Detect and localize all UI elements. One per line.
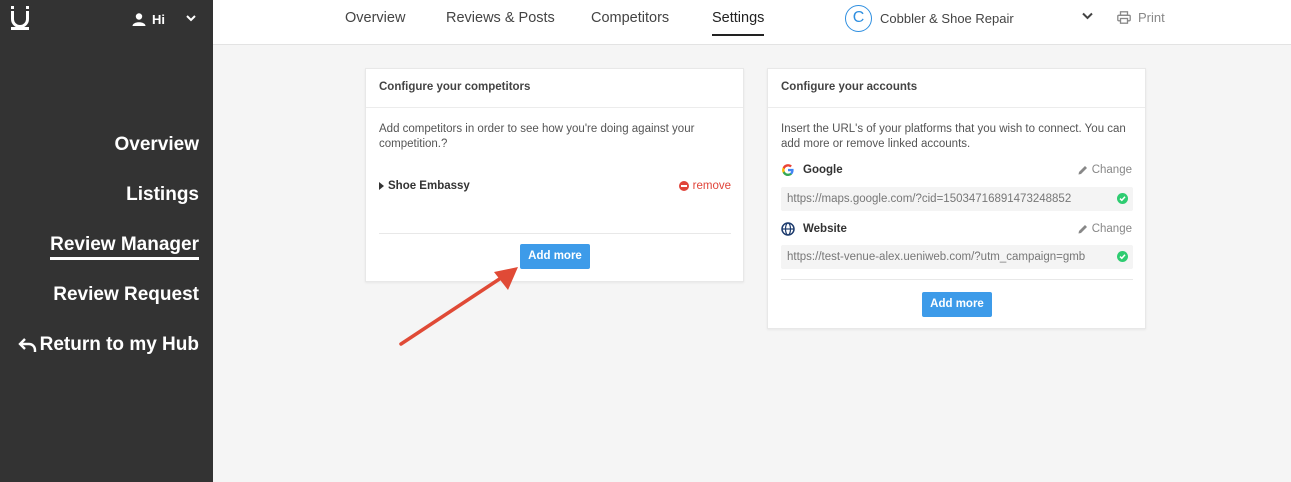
pencil-icon — [1078, 225, 1087, 234]
business-avatar: C — [845, 5, 872, 32]
divider — [379, 233, 731, 234]
print-label: Print — [1138, 10, 1165, 25]
check-circle-icon — [1117, 193, 1128, 204]
chevron-down-icon — [186, 15, 196, 22]
account-label-website: Website — [781, 222, 847, 236]
competitors-card-title: Configure your competitors — [366, 69, 743, 108]
google-url-field[interactable]: https://maps.google.com/?cid=15034716891… — [781, 187, 1133, 211]
business-name: Cobbler & Shoe Repair — [880, 11, 1014, 26]
sidebar-nav: Overview Listings Review Manager Review … — [17, 130, 200, 380]
pencil-icon — [1078, 166, 1087, 175]
competitor-item: Shoe Embassy remove — [379, 180, 731, 192]
globe-icon — [781, 222, 795, 236]
competitors-card: Configure your competitors Add competito… — [365, 68, 744, 282]
printer-icon — [1117, 11, 1131, 24]
user-icon — [132, 13, 146, 26]
check-circle-icon — [1117, 251, 1128, 262]
google-url: https://maps.google.com/?cid=15034716891… — [787, 193, 1072, 205]
website-url: https://test-venue-alex.ueniweb.com/?utm… — [787, 251, 1086, 263]
minus-circle-icon — [678, 181, 689, 191]
sidebar-item-overview[interactable]: Overview — [18, 130, 200, 180]
print-button[interactable]: Print — [1117, 10, 1165, 25]
competitor-toggle[interactable]: Shoe Embassy — [379, 180, 470, 192]
competitors-description: Add competitors in order to see how you'… — [379, 123, 695, 150]
change-website-button[interactable]: Change — [1078, 223, 1132, 235]
tab-competitors[interactable]: Competitors — [591, 10, 669, 36]
tab-overview[interactable]: Overview — [345, 10, 405, 36]
change-label: Change — [1091, 223, 1132, 235]
business-selector[interactable]: C Cobbler & Shoe Repair — [845, 5, 1014, 32]
ueni-logo-icon[interactable] — [11, 6, 29, 30]
competitor-name: Shoe Embassy — [388, 180, 470, 192]
reply-arrow-icon — [17, 338, 36, 352]
caret-right-icon — [379, 182, 384, 190]
accounts-card-title: Configure your accounts — [768, 69, 1145, 108]
user-greeting: Hi — [152, 12, 165, 27]
account-label-google: Google — [781, 163, 843, 177]
account-name: Website — [803, 223, 847, 235]
accounts-card: Configure your accounts Insert the URL's… — [767, 68, 1146, 329]
user-menu[interactable]: Hi — [132, 12, 196, 27]
add-account-button[interactable]: Add more — [922, 292, 992, 317]
chevron-down-icon[interactable] — [1082, 12, 1093, 20]
divider — [781, 279, 1133, 280]
remove-label: remove — [692, 180, 731, 192]
add-competitor-button[interactable]: Add more — [520, 244, 590, 269]
top-bar: Overview Reviews & Posts Competitors Set… — [213, 0, 1291, 45]
change-google-button[interactable]: Change — [1078, 164, 1132, 176]
remove-competitor-button[interactable]: remove — [678, 180, 731, 192]
accounts-description: Insert the URL's of your platforms that … — [781, 123, 1126, 150]
sidebar: Hi Overview Listings Review Manager Revi… — [0, 0, 213, 482]
account-name: Google — [803, 164, 843, 176]
sidebar-item-return-to-hub[interactable]: Return to my Hub — [17, 330, 199, 380]
annotation-arrow-icon — [399, 267, 518, 346]
tab-settings[interactable]: Settings — [712, 10, 765, 36]
tab-reviews-posts[interactable]: Reviews & Posts — [446, 10, 555, 36]
sidebar-item-listings[interactable]: Listings — [18, 180, 199, 230]
sidebar-item-review-manager[interactable]: Review Manager — [18, 230, 199, 280]
google-icon — [782, 164, 794, 176]
website-url-field[interactable]: https://test-venue-alex.ueniweb.com/?utm… — [781, 245, 1133, 269]
change-label: Change — [1091, 164, 1132, 176]
sidebar-item-review-request[interactable]: Review Request — [18, 280, 199, 330]
